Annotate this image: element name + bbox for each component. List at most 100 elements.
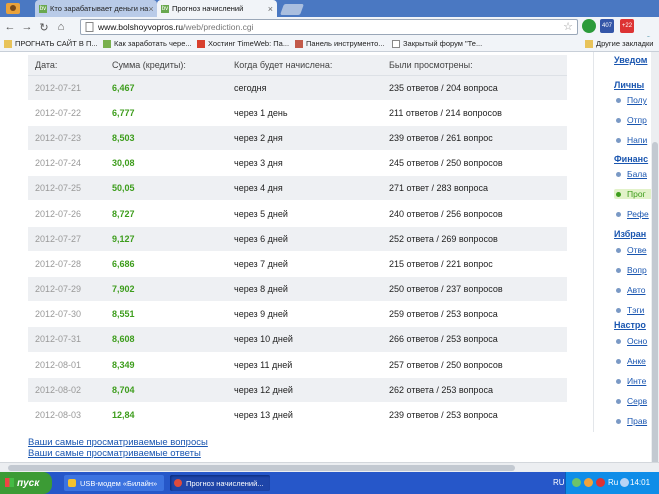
amount-cell: 8,608 [112,326,234,353]
page-icon [392,39,400,48]
when-cell: через 1 день [234,100,389,126]
sidebar-section-title[interactable]: Уведом [614,55,647,65]
bookmark-label: Другие закладки [596,39,654,48]
sidebar-item[interactable]: Анке [614,356,646,366]
column-header-amount: Сумма (кредиты): [112,55,234,76]
sidebar-item[interactable]: Вопр [614,265,647,275]
sidebar-item[interactable]: Тэги [614,305,644,315]
bookmark-item[interactable]: ПРОГНАТЬ САЙТ В П... [4,39,98,48]
table-row: 2012-07-25 50,05 через 4 дня 271 ответ / 28… [28,175,567,202]
bookmark-label: Панель инструменто... [306,39,385,48]
when-cell: через 9 дней [234,301,389,328]
sidebar-item[interactable]: Отпр [614,115,647,125]
amount-cell: 8,704 [112,377,234,403]
extension-counter-value: 407 [601,23,612,29]
horizontal-scrollbar[interactable] [0,462,659,472]
other-bookmarks[interactable]: Другие закладки [585,39,653,48]
vertical-scrollbar[interactable] [651,52,659,472]
views-cell: 262 ответа / 253 вопроса [389,377,567,403]
profile-avatar-icon[interactable] [2,0,26,17]
extension-counter-icon[interactable]: 407 [600,19,614,33]
amount-cell: 6,467 [112,75,234,101]
sidebar-item[interactable]: Отве [614,245,647,255]
when-cell: через 12 дней [234,377,389,403]
sidebar-section-title[interactable]: Личны [614,80,644,90]
new-tab-button[interactable] [279,4,305,15]
views-cell: 250 ответов / 237 вопросов [389,276,567,303]
table-header-row: Дата: Сумма (кредиты): Когда будет начис… [28,55,567,76]
tray-shield-icon[interactable] [584,478,593,487]
bookmark-item[interactable]: Как заработать чере... [103,39,192,48]
site-favicon-icon: bv [161,4,169,13]
bookmark-favicon-icon [295,39,303,48]
tray-volume-icon[interactable] [620,478,629,487]
home-icon[interactable]: ⌂ [54,21,68,33]
table-row: 2012-07-22 6,777 через 1 день 211 ответов /… [28,100,567,126]
bookmark-star-icon[interactable]: ☆ [563,20,573,33]
tray-network-icon[interactable] [572,478,581,487]
sidebar-item[interactable]: Прав [614,416,647,426]
close-tab-icon[interactable]: × [148,4,153,14]
tab-inactive[interactable]: bv Кто зарабатывает деньги на × [35,0,157,17]
table-row: 2012-07-26 8,727 через 5 дней 240 ответов /… [28,200,567,227]
bookmark-item[interactable]: Хостинг TimeWeb: Па... [197,39,289,48]
most-viewed-answers-link[interactable]: Ваши самые просматриваемые ответы [28,448,208,459]
site-favicon-icon: bv [39,4,47,13]
sidebar-section-title[interactable]: Настро [614,320,646,330]
vertical-scroll-thumb[interactable] [652,142,658,472]
mail-extension-value: +22 [621,23,633,29]
language-indicator[interactable]: RU [553,478,565,487]
bookmark-favicon-icon [103,39,111,48]
bookmark-label: Хостинг TimeWeb: Па... [208,39,290,48]
table-row: 2012-07-23 8,503 через 2 дня 239 ответов / … [28,125,567,152]
chrome-icon [174,479,182,487]
bookmark-label: Как заработать чере... [114,39,192,48]
close-tab-icon[interactable]: × [268,4,273,14]
most-viewed-questions-link[interactable]: Ваши самые просматриваемые вопросы [28,437,208,448]
sidebar-item[interactable]: Прог [614,189,656,199]
sidebar-item[interactable]: Рефе [614,209,649,219]
back-arrow-icon[interactable]: ← [3,21,17,33]
date-cell: 2012-07-24 [28,150,112,177]
sidebar-item[interactable]: Осно [614,336,647,346]
sidebar-item[interactable]: Полу [614,95,647,105]
views-cell: 235 ответов / 204 вопроса [389,75,567,101]
amount-cell: 8,727 [112,200,234,227]
mail-extension-icon[interactable]: +22 [620,19,634,33]
when-cell: через 6 дней [234,226,389,252]
sidebar-item[interactable]: Серв [614,396,647,406]
taskbar-item-modem[interactable]: USB-модем «Билайн» [64,475,164,491]
extension-green-icon[interactable] [582,19,596,33]
tray-antivirus-icon[interactable] [596,478,605,487]
tab-label: Кто зарабатывает деньги на [50,4,149,13]
start-button[interactable]: пуск [0,472,52,494]
bookmark-item[interactable]: Панель инструменто... [295,39,385,48]
modem-icon [68,479,76,487]
when-cell: через 10 дней [234,326,389,353]
sidebar-item[interactable]: Бала [614,169,647,179]
table-row: 2012-07-27 9,127 через 6 дней 252 ответа / … [28,226,567,252]
date-cell: 2012-07-28 [28,251,112,278]
amount-cell: 6,686 [112,251,234,278]
tab-active[interactable]: bv Прогноз начислений × [157,0,277,17]
bookmark-item[interactable]: Закрытый форум "Те... [392,39,482,48]
clock: 14:01 [630,478,651,487]
sidebar-item[interactable]: Инте [614,376,646,386]
taskbar: пуск USB-модем «Билайн» Прогноз начислен… [0,472,659,494]
table-row: 2012-08-02 8,704 через 12 дней 262 ответа /… [28,377,567,403]
tray-language[interactable]: Ru [608,478,618,487]
tab-label: Прогноз начислений [172,4,244,13]
taskbar-item-browser[interactable]: Прогноз начислений... [170,475,270,491]
date-cell: 2012-07-27 [28,226,112,252]
sidebar-item[interactable]: Напи [614,135,647,145]
reload-icon[interactable]: ↻ [37,21,51,34]
when-cell: сегодня [234,75,389,101]
sidebar-section-title[interactable]: Финанс [614,154,648,164]
horizontal-scroll-thumb[interactable] [8,465,515,471]
address-bar[interactable]: www.bolshoyvopros.ru /web/prediction.cgi… [80,19,578,35]
table-row: 2012-08-01 8,349 через 11 дней 257 ответов … [28,352,567,378]
sidebar-item[interactable]: Авто [614,285,646,295]
sidebar-section-title[interactable]: Избран [614,229,646,239]
forward-arrow-icon[interactable]: → [20,21,34,33]
table-row: 2012-07-28 6,686 через 7 дней 215 ответов /… [28,251,567,278]
